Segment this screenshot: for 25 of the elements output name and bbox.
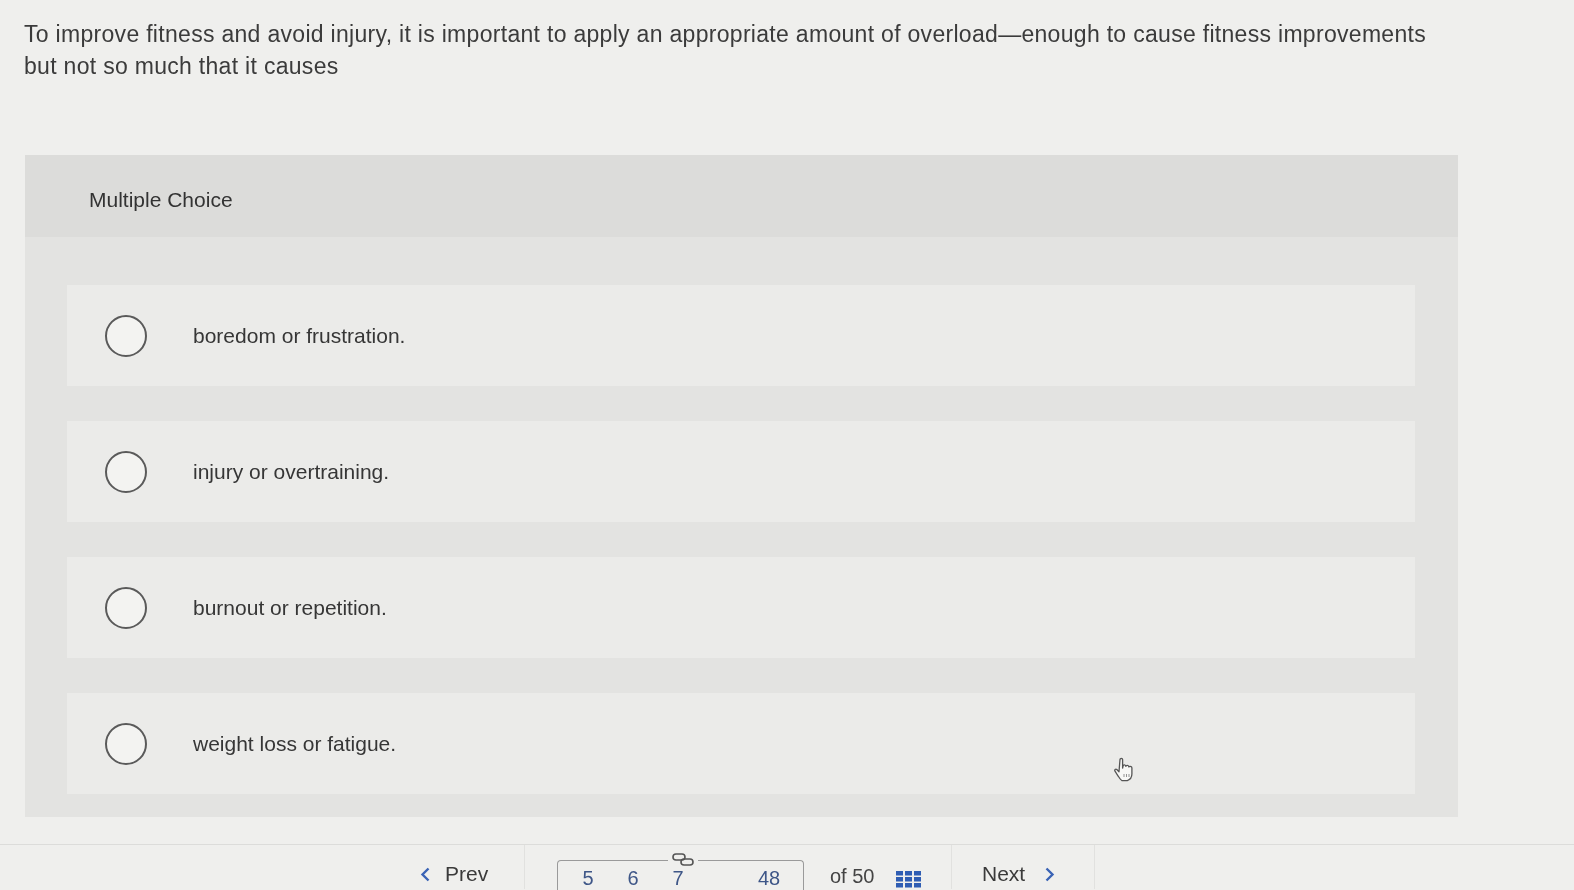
chevron-right-icon [1045,866,1056,882]
page-link[interactable]: 6 [621,865,645,890]
prev-button[interactable]: Prev [420,862,489,886]
page-link[interactable]: 5 [576,865,600,890]
answer-text: boredom or frustration. [193,322,406,349]
next-button[interactable]: Next [982,862,1056,886]
question-text: To improve fitness and avoid injury, it is important to apply an appropriate amount of overload—enough to cause fitness improvements but not so much that it causes [24,20,1427,81]
radio-button[interactable] [105,450,147,493]
radio-button[interactable] [105,722,147,765]
answer-text: weight loss or fatigue. [193,730,397,757]
answer-option[interactable]: burnout or repetition. [67,557,1415,658]
link-icon [672,853,694,866]
question-count: of 50 [830,864,875,888]
page-link[interactable]: 48 [757,865,781,890]
answer-text: burnout or repetition. [193,594,387,621]
answer-option[interactable]: weight loss or fatigue. [67,693,1415,794]
radio-button[interactable] [105,314,147,357]
page-link[interactable]: 7 [666,865,690,890]
radio-button[interactable] [105,586,147,629]
answer-text: injury or overtraining. [193,458,390,485]
grid-icon[interactable] [896,871,922,888]
answer-option[interactable]: injury or overtraining. [67,421,1415,522]
question-type-label: Multiple Choice [89,187,233,214]
chevron-left-icon [420,866,430,882]
answer-option[interactable]: boredom or frustration. [67,285,1415,386]
